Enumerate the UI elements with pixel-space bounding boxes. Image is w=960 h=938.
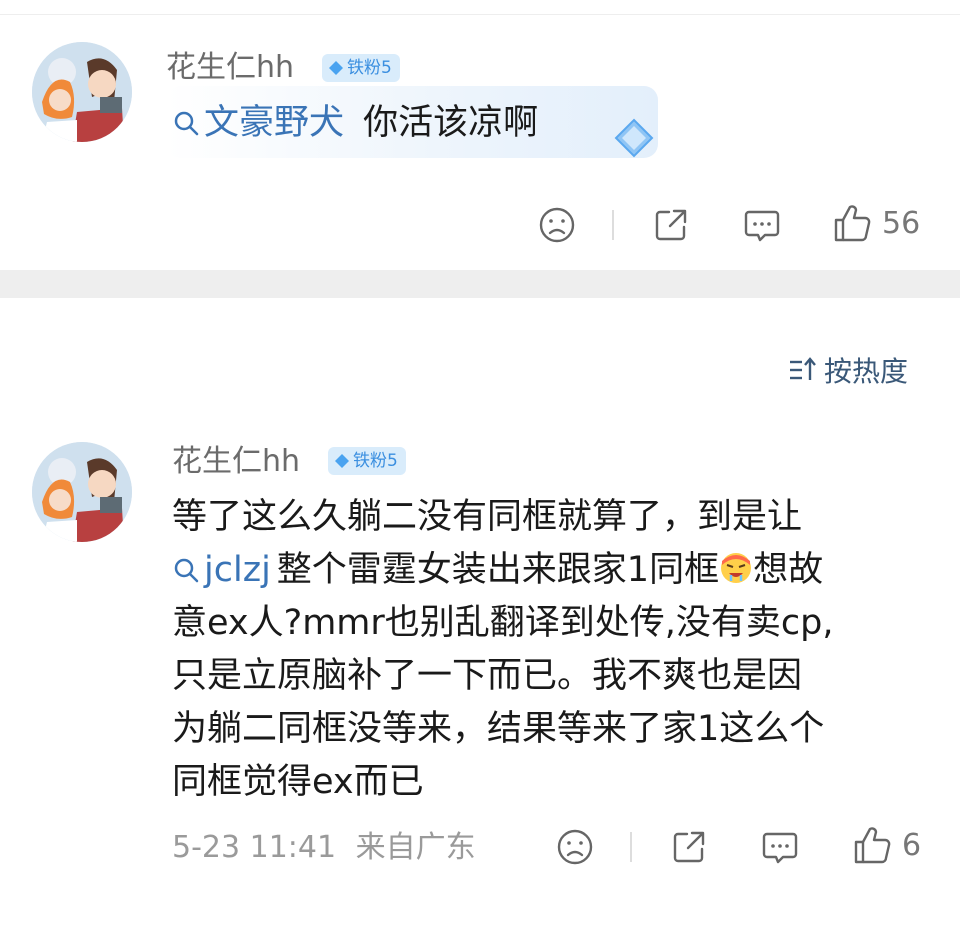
location: 来自广东: [355, 830, 476, 865]
share-icon[interactable]: [652, 206, 690, 244]
comment-card-1: 花生仁hh 铁粉5 文豪野犬 你活该凉啊 56: [0, 0, 960, 270]
comment-line: 等了这么久躺二没有同框就算了，到是让: [172, 497, 803, 537]
hot-face-emoji: [721, 553, 752, 583]
sad-face-icon[interactable]: [538, 206, 576, 244]
like-button[interactable]: 56: [832, 202, 920, 244]
section-separator: [0, 270, 960, 298]
share-icon[interactable]: [670, 828, 708, 866]
diamond-icon: [614, 118, 654, 158]
topic-link[interactable]: 文豪野犬: [172, 103, 344, 143]
badge-label: 铁粉5: [353, 451, 398, 471]
fan-level-badge[interactable]: 铁粉5: [322, 54, 400, 82]
divider: [612, 210, 614, 240]
thumbs-up-icon: [834, 205, 871, 242]
divider: [630, 832, 632, 862]
comment-line: 只是立原脑补了一下而已。我不爽也是因: [172, 656, 803, 696]
diamond-icon: [335, 454, 349, 468]
username[interactable]: 花生仁hh: [172, 442, 300, 482]
like-count: 56: [882, 205, 921, 241]
comment-meta: 5-23 11:41 来自广东: [172, 828, 476, 868]
thumbs-up-icon: [854, 827, 891, 864]
comment-line: 为躺二同框没等来，结果等来了家1这么个: [172, 709, 825, 749]
magnifier-icon: [174, 558, 199, 583]
avatar[interactable]: [32, 42, 132, 142]
badge-label: 铁粉5: [347, 58, 392, 78]
fan-level-badge[interactable]: 铁粉5: [328, 447, 406, 475]
like-count: 6: [902, 827, 922, 863]
username[interactable]: 花生仁hh: [166, 48, 294, 88]
comment-icon[interactable]: [742, 206, 782, 246]
sad-face-icon[interactable]: [556, 828, 594, 866]
avatar[interactable]: [32, 442, 132, 542]
topic-link[interactable]: jclzj: [172, 550, 271, 590]
comment-text: 文豪野犬 你活该凉啊: [172, 100, 538, 146]
sort-label: 按热度: [824, 355, 909, 388]
like-button[interactable]: 6: [852, 824, 921, 866]
sort-button[interactable]: 按热度: [788, 350, 908, 390]
sort-icon: [790, 357, 816, 380]
comment-icon[interactable]: [760, 828, 800, 868]
diamond-icon: [329, 61, 343, 75]
comment-line: 同框觉得ex而已: [172, 762, 424, 802]
magnifier-icon: [174, 111, 199, 136]
comment-body: 整个雷霆女装出来跟家1同框: [276, 550, 720, 590]
comment-body: 你活该凉啊: [363, 103, 539, 143]
comment-line: 意ex人?mmr也别乱翻译到处传,没有卖cp,: [172, 603, 834, 643]
comment-body: 想故: [753, 550, 824, 590]
timestamp: 5-23 11:41: [172, 830, 337, 865]
comment-line: jclzj 整个雷霆女装出来跟家1同框 想故: [172, 547, 823, 593]
